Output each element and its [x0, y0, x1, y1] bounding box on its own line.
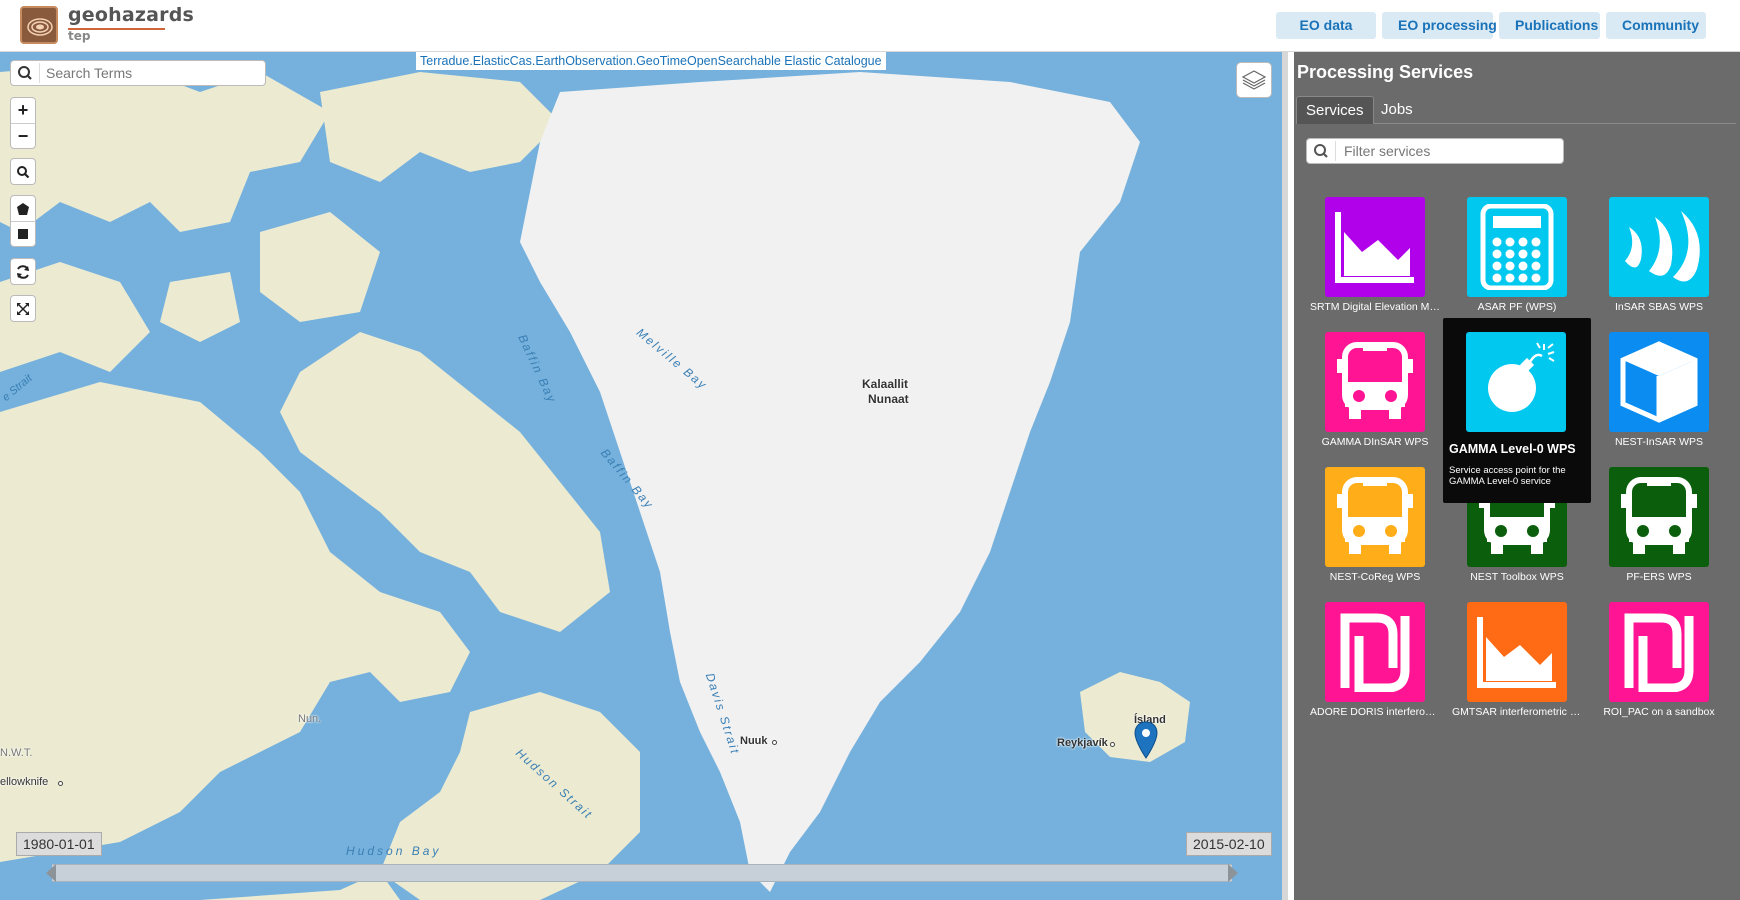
service-tile[interactable]: PF-ERS WPS	[1594, 467, 1724, 587]
shekel-icon	[1325, 602, 1425, 702]
layers-icon	[1241, 70, 1267, 90]
service-tile[interactable]: NEST-CoReg WPS	[1310, 467, 1440, 587]
layer-switcher-button[interactable]	[1236, 62, 1272, 98]
timeline-slider[interactable]	[52, 864, 1232, 882]
label-nunaat: Nunaat	[868, 392, 909, 406]
search-icon[interactable]	[11, 61, 39, 85]
label-hudson-bay: Hudson Bay	[346, 844, 442, 858]
tooltip-description: Service access point for the GAMMA Level…	[1449, 465, 1566, 487]
catalogue-label[interactable]: Terradue.ElasticCas.EarthObservation.Geo…	[416, 52, 886, 70]
service-tile[interactable]: ASAR PF (WPS)	[1452, 197, 1582, 317]
search-area-control	[10, 158, 36, 185]
yellowknife-marker	[58, 781, 63, 786]
service-label: ADORE DORIS interferom...	[1310, 706, 1440, 718]
polygon-icon	[17, 202, 29, 215]
refresh-control	[10, 258, 36, 285]
waves-icon	[1609, 197, 1709, 297]
service-tile[interactable]: ROI_PAC on a sandbox	[1594, 602, 1724, 722]
timeline-end-date: 2015-02-10	[1186, 832, 1272, 856]
service-label: GAMMA DInSAR WPS	[1321, 436, 1429, 448]
nav-community[interactable]: Community	[1606, 12, 1706, 39]
label-kalaallit: Kalaallit	[862, 377, 909, 391]
shekel-icon	[1609, 602, 1709, 702]
refresh-icon	[17, 264, 29, 279]
label-nuuk: Nuuk	[740, 735, 768, 747]
magnifier-icon	[17, 165, 30, 178]
service-label: GMTSAR interferometric p...	[1452, 706, 1582, 718]
panel-title: Processing Services	[1297, 62, 1474, 82]
area-chart-icon	[1467, 602, 1567, 702]
draw-polygon-button[interactable]	[11, 196, 35, 221]
label-nwt: N.W.T.	[0, 747, 33, 759]
fullscreen-button[interactable]	[11, 296, 35, 321]
map-view[interactable]: Terradue.ElasticCas.EarthObservation.Geo…	[0, 52, 1288, 900]
fullscreen-control	[10, 295, 36, 322]
service-label: SRTM Digital Elevation Mo...	[1310, 301, 1440, 313]
service-label: PF-ERS WPS	[1626, 571, 1692, 583]
service-tile[interactable]: GMTSAR interferometric p...	[1452, 602, 1582, 722]
service-label: ASAR PF (WPS)	[1477, 301, 1557, 313]
service-label: InSAR SBAS WPS	[1614, 301, 1704, 313]
calculator-icon	[1467, 197, 1567, 297]
bus-icon	[1325, 467, 1425, 567]
tab-jobs[interactable]: Jobs	[1372, 96, 1422, 124]
nav-eo-processing[interactable]: EO processing	[1382, 12, 1497, 39]
filter-services-box	[1306, 138, 1564, 164]
map-pin-icon[interactable]	[1133, 720, 1159, 760]
nav-eo-data[interactable]: EO data	[1276, 12, 1376, 39]
square-icon	[18, 229, 28, 239]
refresh-button[interactable]	[11, 259, 35, 284]
area-chart-icon	[1325, 197, 1425, 297]
map-search-input[interactable]	[39, 63, 261, 83]
nav-publications[interactable]: Publications	[1499, 12, 1600, 39]
timeline-start-date: 1980-01-01	[16, 832, 102, 856]
service-label: NEST-CoReg WPS	[1329, 571, 1421, 583]
expand-icon	[17, 302, 29, 315]
zoom-out-button[interactable]: −	[11, 123, 35, 148]
panel-tabs: Services Jobs	[1296, 92, 1736, 124]
tab-services[interactable]: Services	[1296, 96, 1374, 124]
zoom-controls: + −	[10, 97, 36, 149]
service-tile[interactable]: SRTM Digital Elevation Mo...	[1310, 197, 1440, 317]
service-tile[interactable]: InSAR SBAS WPS	[1594, 197, 1724, 317]
service-tile[interactable]: NEST-InSAR WPS	[1594, 332, 1724, 452]
label-yellowknife: ellowknife	[0, 776, 49, 788]
zoom-in-button[interactable]: +	[11, 98, 35, 123]
search-icon[interactable]	[1307, 139, 1335, 163]
label-nun: Nun.	[298, 713, 322, 725]
service-tooltip: GAMMA Level-0 WPS Service access point f…	[1443, 318, 1591, 503]
bomb-icon	[1466, 332, 1566, 432]
filter-services-input[interactable]	[1335, 141, 1559, 161]
tooltip-title: GAMMA Level-0 WPS	[1449, 442, 1576, 456]
map-basemap	[0, 52, 1282, 900]
draw-rectangle-button[interactable]	[11, 221, 35, 246]
map-search-box	[10, 60, 266, 86]
service-tile[interactable]: ADORE DORIS interferom...	[1310, 602, 1440, 722]
nuuk-marker	[772, 740, 777, 745]
main-nav: EO data EO processing Publications Commu…	[1276, 12, 1706, 39]
draw-controls	[10, 195, 36, 247]
bus-icon	[1609, 467, 1709, 567]
logo-name: geohazards	[68, 4, 195, 26]
top-header: geohazards tep EO data EO processing Pub…	[0, 0, 1740, 52]
cube-icon	[1609, 332, 1709, 432]
service-label: NEST Toolbox WPS	[1470, 571, 1564, 583]
label-reykjavik: Reykjavík	[1057, 737, 1108, 749]
geohazards-logo-icon[interactable]	[20, 6, 58, 44]
logo-subtitle: tep	[68, 29, 91, 43]
bus-icon	[1325, 332, 1425, 432]
reykjavik-marker	[1110, 742, 1115, 747]
service-tile[interactable]: GAMMA DInSAR WPS	[1310, 332, 1440, 452]
service-label: NEST-InSAR WPS	[1614, 436, 1704, 448]
service-label: ROI_PAC on a sandbox	[1603, 706, 1715, 718]
map-search-button[interactable]	[11, 159, 35, 184]
